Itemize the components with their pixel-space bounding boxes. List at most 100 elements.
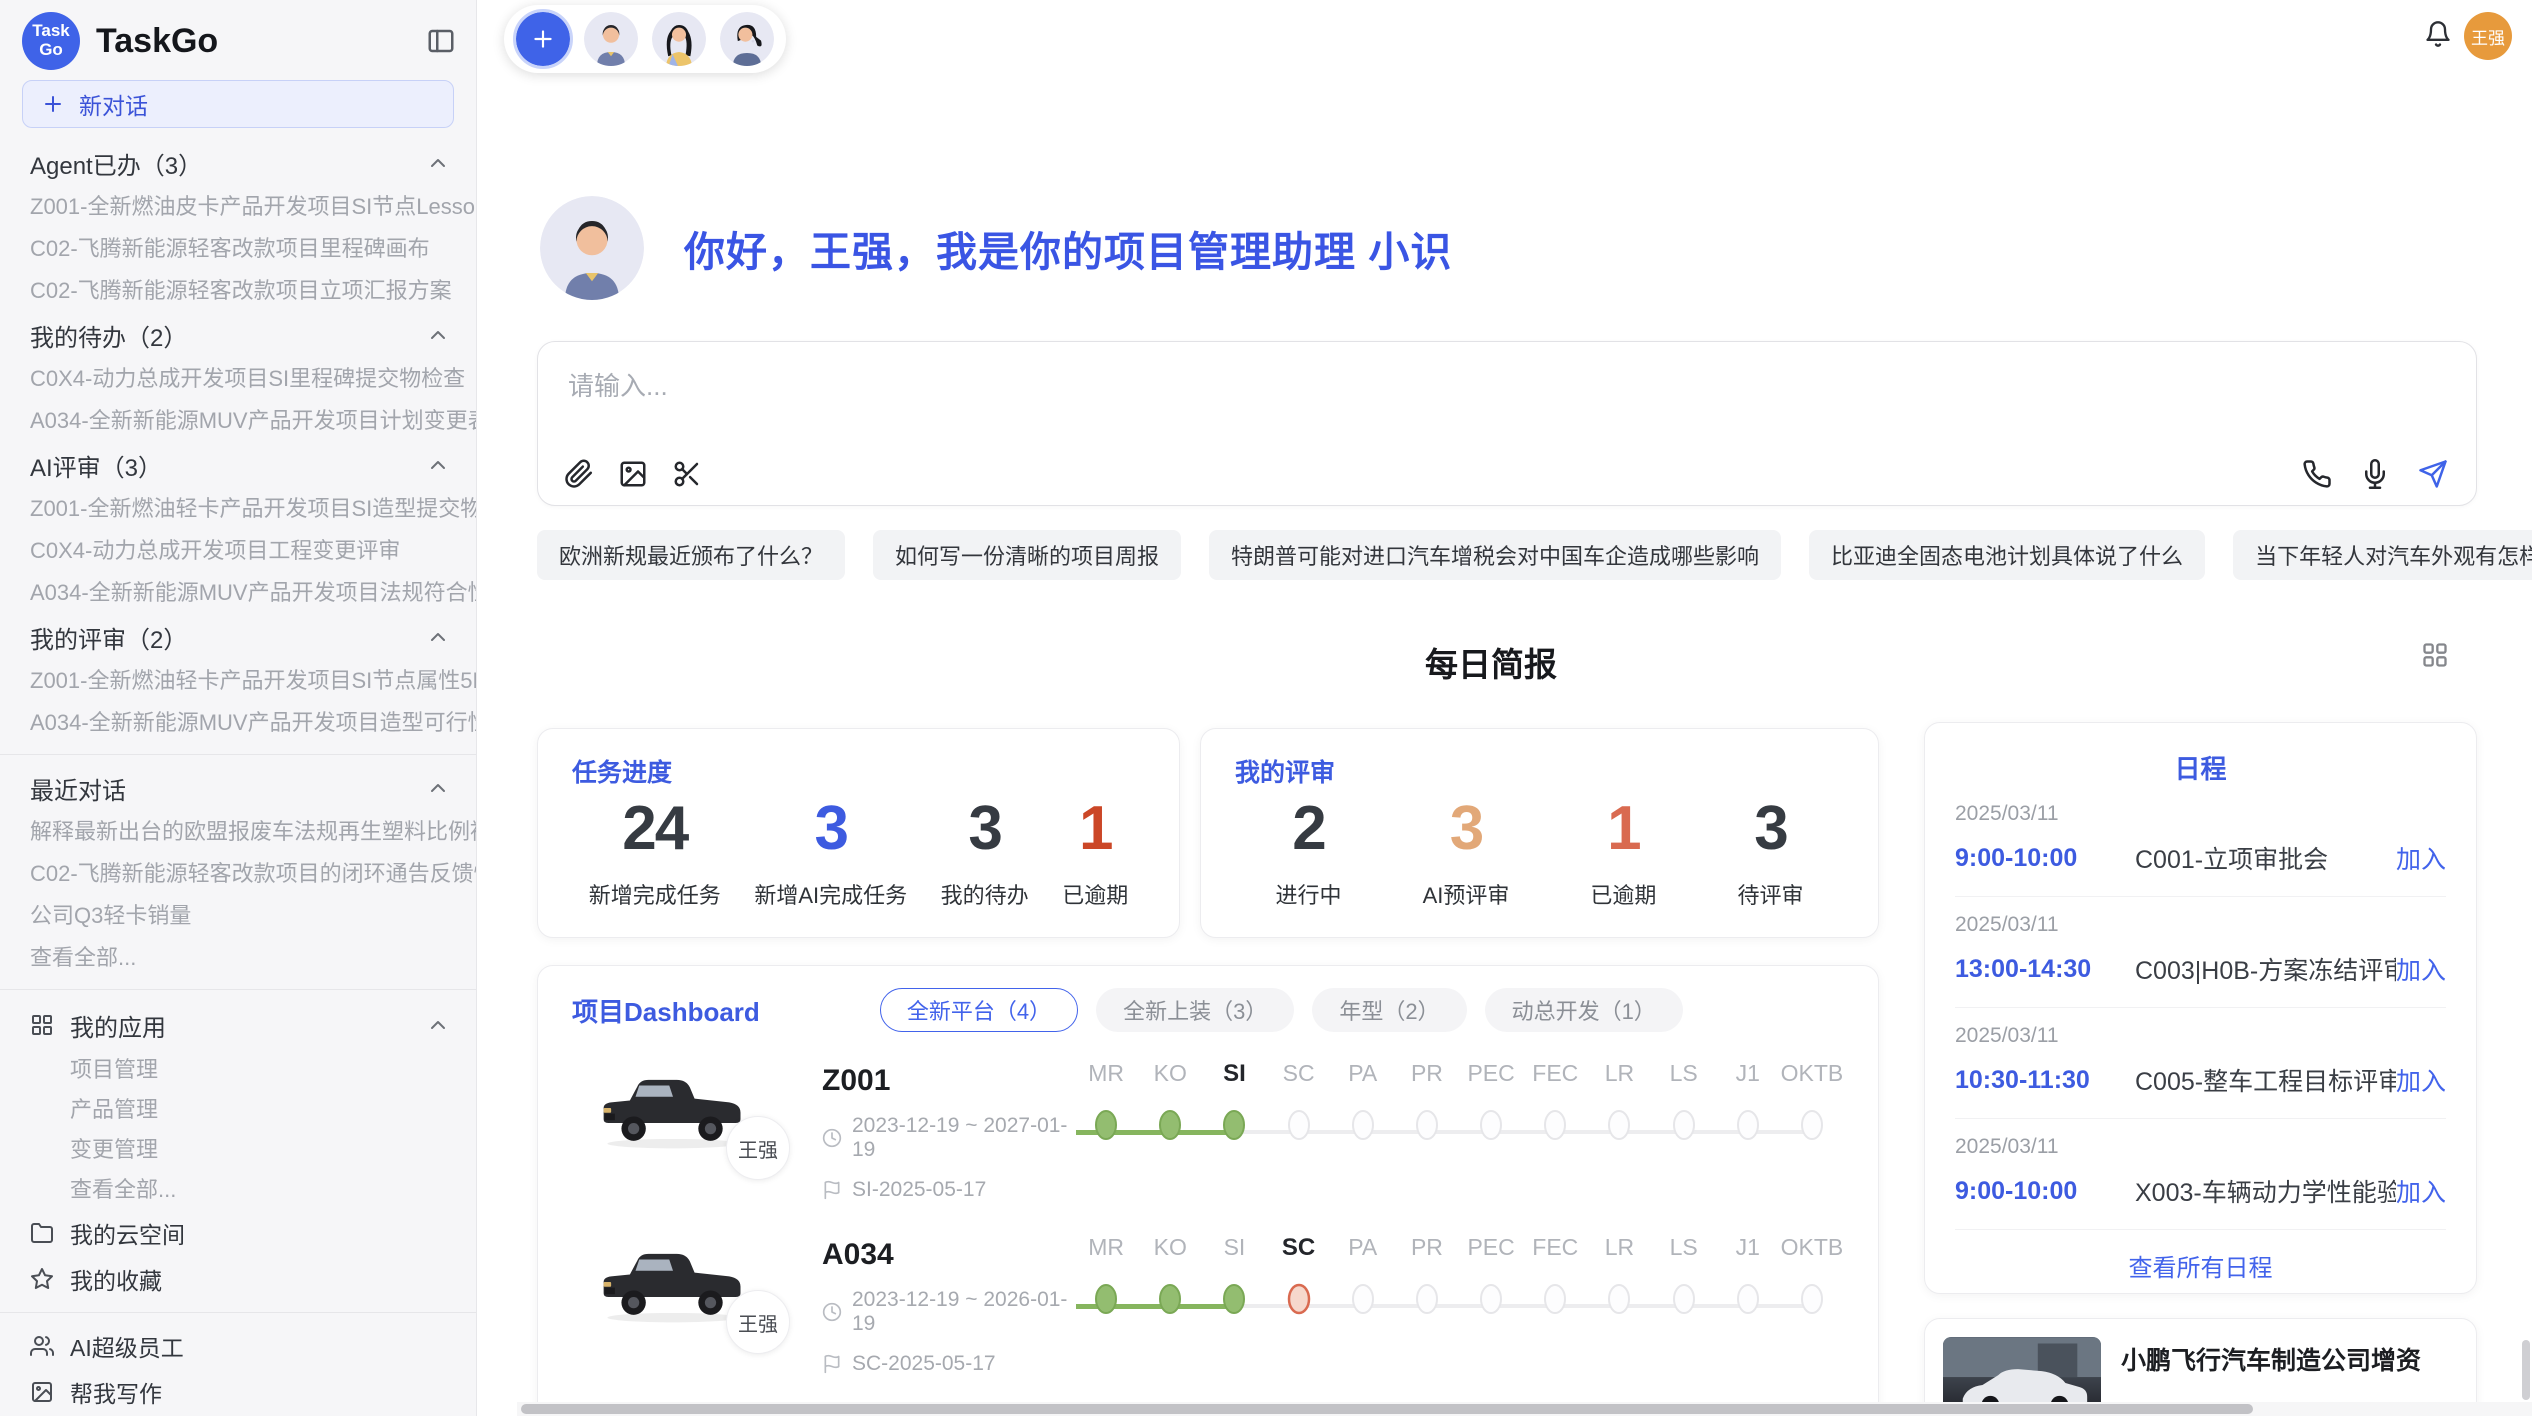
stat: 2进行中 (1276, 793, 1342, 910)
list-item[interactable]: 解释最新出台的欧盟报废车法规再生塑料比例被调至15%... (0, 811, 476, 853)
suggestion-chip[interactable]: 欧洲新规最近颁布了什么？ (537, 530, 845, 580)
chat-input[interactable] (568, 364, 1468, 408)
new-chat-button[interactable]: 新对话 (22, 80, 454, 128)
suggestion-chip[interactable]: 如何写一份清晰的项目周报 (873, 530, 1181, 580)
schedule-entry: 2025/03/11 9:00-10:00 X003-车辆动力学性能验... 加… (1955, 1119, 2446, 1230)
stat-label: 进行中 (1276, 878, 1342, 910)
project-row[interactable]: 王强 A034 2023-12-19 ~ 2026-01-19 SC-2025-… (572, 1232, 1848, 1380)
user-avatar-badge[interactable]: 王强 (2464, 12, 2512, 60)
scissors-icon[interactable] (672, 459, 702, 489)
notification-bell-icon[interactable] (2424, 20, 2452, 48)
microphone-icon[interactable] (2360, 459, 2390, 489)
stat: 3 AI预评审 (1423, 793, 1510, 910)
image-upload-icon[interactable] (618, 459, 648, 489)
phone-call-icon[interactable] (2302, 459, 2332, 489)
list-item[interactable]: C02-飞腾新能源轻客改款项目立项汇报方案 (0, 270, 476, 312)
milestone: PEC (1459, 1060, 1523, 1180)
sidebar-item-favorites[interactable]: 我的收藏 (0, 1256, 476, 1302)
milestone: PR (1395, 1234, 1459, 1354)
join-meeting-link[interactable]: 加入 (2396, 840, 2446, 876)
milestone-track: MR KO SI SC PA PR PEC FEC LR LS J1 OKTB (1074, 1060, 1844, 1180)
sidebar-item-help-me-write[interactable]: 帮我写作 (0, 1369, 476, 1415)
view-all-chats[interactable]: 查看全部... (0, 937, 476, 979)
view-all-schedule-link[interactable]: 查看所有日程 (1955, 1230, 2446, 1283)
stat-label: 待评审 (1737, 878, 1803, 910)
list-item[interactable]: A034-全新新能源MUV产品开发项目造型可行性评审 (0, 702, 476, 744)
folder-icon (30, 1221, 54, 1245)
join-meeting-link[interactable]: 加入 (2396, 951, 2446, 987)
milestone: PA (1331, 1060, 1395, 1180)
list-item[interactable]: 公司Q3轻卡销量 (0, 895, 476, 937)
tab-new-platform[interactable]: 全新平台（4） (880, 988, 1078, 1032)
my-apps-label: 我的应用 (70, 1008, 166, 1043)
tab-powertrain[interactable]: 动总开发（1） (1485, 988, 1683, 1032)
project-flag-milestone: SI-2025-05-17 (822, 1178, 1074, 1202)
horizontal-scrollbar-thumb[interactable] (521, 1404, 2253, 1414)
vertical-scrollbar-thumb[interactable] (2522, 1340, 2530, 1400)
suggestion-chip[interactable]: 比亚迪全固态电池计划具体说了什么 (1809, 530, 2205, 580)
join-meeting-link[interactable]: 加入 (2396, 1173, 2446, 1209)
list-item[interactable]: Z001-全新燃油轻卡产品开发项目SI造型提交物评审 (0, 488, 476, 530)
assistant-avatar (540, 196, 644, 300)
avatar[interactable] (652, 12, 706, 66)
chevron-up-icon[interactable] (426, 151, 450, 175)
chevron-up-icon[interactable] (426, 625, 450, 649)
list-item[interactable]: C02-飞腾新能源轻客改款项目的闭环通告反馈情况 (0, 853, 476, 895)
stat: 3我的待办 (941, 793, 1029, 910)
project-owner-badge: 王强 (726, 1116, 790, 1180)
section-recent-chats[interactable]: 最近对话 (0, 765, 476, 811)
join-meeting-link[interactable]: 加入 (2396, 1062, 2446, 1098)
list-item[interactable]: Z001-全新燃油轻卡产品开发项目SI节点属性5D文件评审 (0, 660, 476, 702)
cloud-space-label: 我的云空间 (70, 1216, 185, 1250)
stat-value: 3 (1450, 793, 1482, 864)
view-all-apps[interactable]: 查看全部... (0, 1170, 476, 1210)
list-item[interactable]: C0X4-动力总成开发项目SI里程碑提交物检查 (0, 358, 476, 400)
horizontal-scrollbar[interactable] (517, 1402, 2532, 1416)
list-item[interactable]: A034-全新新能源MUV产品开发项目法规符合性评审 (0, 572, 476, 614)
sidebar: Task Go TaskGo 新对话 Agent已办（3） Z001-全新燃油皮… (0, 0, 477, 1416)
list-item[interactable]: A034-全新新能源MUV产品开发项目计划变更表编写 (0, 400, 476, 442)
avatar[interactable] (720, 12, 774, 66)
chevron-up-icon[interactable] (426, 323, 450, 347)
clock-icon (822, 1302, 842, 1322)
chevron-up-icon[interactable] (426, 1013, 450, 1037)
tab-new-body[interactable]: 全新上装（3） (1096, 988, 1294, 1032)
project-row[interactable]: 王强 Z001 2023-12-19 ~ 2027-01-19 SI-2025-… (572, 1058, 1848, 1206)
section-my-review[interactable]: 我的评审（2） (0, 614, 476, 660)
schedule-date: 2025/03/11 (1955, 802, 2446, 826)
app-item-project-mgmt[interactable]: 项目管理 (0, 1050, 476, 1090)
stats-row: 24新增完成任务 3新增AI完成任务 3我的待办 1已逾期 (572, 793, 1145, 910)
schedule-entry: 2025/03/11 10:30-11:30 C005-整车工程目标评审 加入 (1955, 1008, 2446, 1119)
section-my-todo[interactable]: 我的待办（2） (0, 312, 476, 358)
suggestion-chip[interactable]: 当下年轻人对汽车外观有怎样的喜好趋势 (2233, 530, 2532, 580)
stat-value: 3 (1754, 793, 1786, 864)
chevron-up-icon[interactable] (426, 776, 450, 800)
paperclip-icon[interactable] (564, 459, 594, 489)
list-item[interactable]: C0X4-动力总成开发项目工程变更评审 (0, 530, 476, 572)
app-title: TaskGo (96, 22, 426, 61)
send-icon[interactable] (2418, 459, 2448, 489)
section-ai-review[interactable]: AI评审（3） (0, 442, 476, 488)
app-item-change-mgmt[interactable]: 变更管理 (0, 1130, 476, 1170)
section-agent-done[interactable]: Agent已办（3） (0, 140, 476, 186)
sidebar-collapse-icon[interactable] (426, 26, 456, 56)
favorites-label: 我的收藏 (70, 1262, 162, 1296)
stat-label: AI预评审 (1423, 878, 1510, 910)
sidebar-item-my-apps[interactable]: 我的应用 (0, 1000, 476, 1050)
app-item-product-mgmt[interactable]: 产品管理 (0, 1090, 476, 1130)
avatar[interactable] (584, 12, 638, 66)
schedule-time: 10:30-11:30 (1955, 1066, 2115, 1095)
help-me-write-label: 帮我写作 (70, 1375, 162, 1409)
list-item[interactable]: Z001-全新燃油皮卡产品开发项目SI节点Lesson Learn报告 (0, 186, 476, 228)
sidebar-item-ai-super-staff[interactable]: AI超级员工 (0, 1323, 476, 1369)
sidebar-item-cloud-space[interactable]: 我的云空间 (0, 1210, 476, 1256)
tab-model-year[interactable]: 年型（2） (1312, 988, 1466, 1032)
list-item[interactable]: C02-飞腾新能源轻客改款项目里程碑画布 (0, 228, 476, 270)
add-session-button[interactable] (516, 12, 570, 66)
suggestion-chip[interactable]: 特朗普可能对进口汽车增税会对中国车企造成哪些影响 (1209, 530, 1781, 580)
layout-grid-icon[interactable] (2421, 641, 2449, 669)
milestone: J1 (1716, 1060, 1780, 1180)
schedule-event-title: X003-车辆动力学性能验... (2115, 1173, 2396, 1209)
project-dashboard-card: 项目Dashboard 全新平台（4） 全新上装（3） 年型（2） 动总开发（1… (537, 965, 1879, 1416)
chevron-up-icon[interactable] (426, 453, 450, 477)
